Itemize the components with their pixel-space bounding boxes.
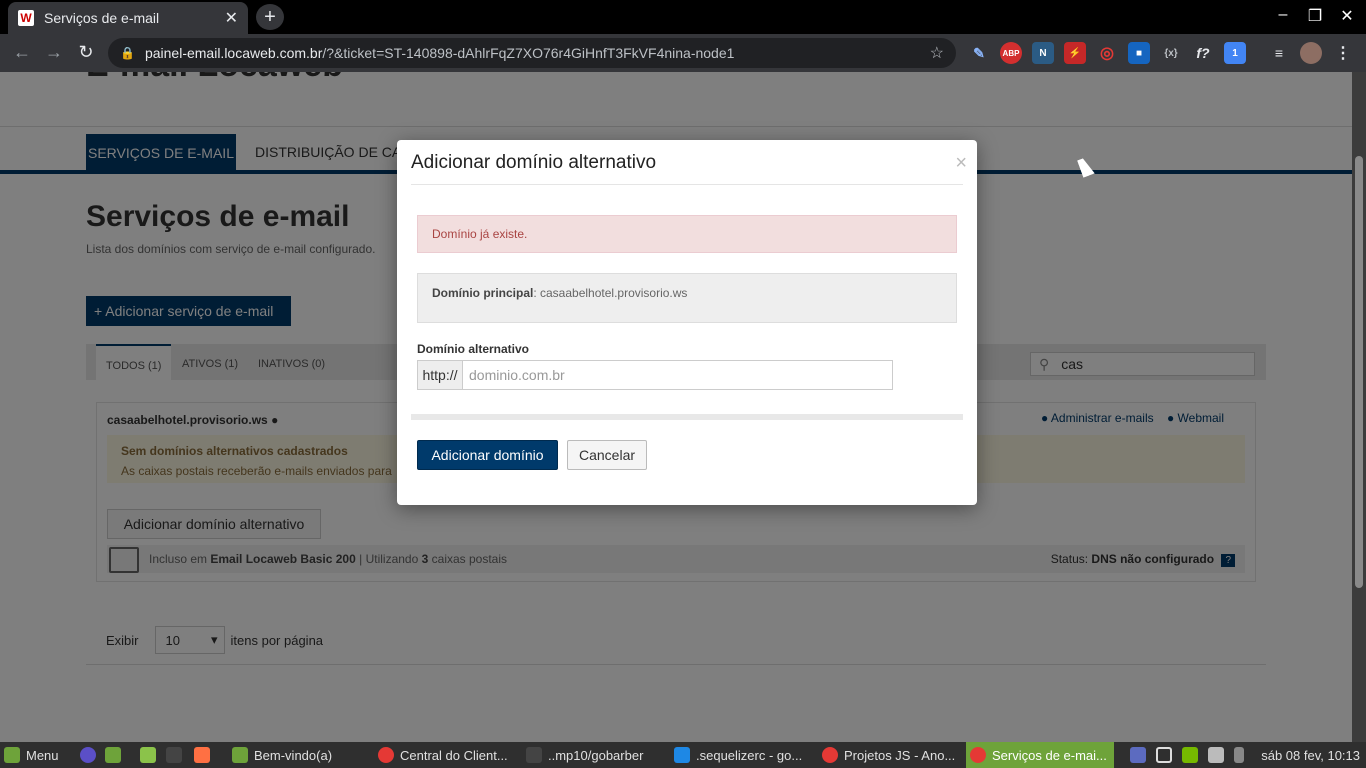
chrome-icon <box>970 747 986 763</box>
pen-icon[interactable]: ✎ <box>968 42 990 64</box>
minimize-icon[interactable]: – <box>1273 6 1293 24</box>
lock-icon: 🔒 <box>120 46 135 60</box>
os-taskbar: Menu Bem-vindo(a) Central do Client... .… <box>0 742 1366 768</box>
new-tab-button[interactable]: + <box>256 4 284 30</box>
n-extension-icon[interactable]: N <box>1032 42 1054 64</box>
vscode-icon <box>674 747 690 763</box>
back-icon[interactable]: ← <box>11 42 33 63</box>
alt-domain-label: Domínio alternativo <box>417 342 530 356</box>
close-window-icon[interactable]: ✕ <box>1337 6 1357 26</box>
close-tab-icon[interactable]: ✕ <box>225 8 238 28</box>
alt-domain-input-group: http:// <box>417 360 893 390</box>
browser-tab-bar: W Serviços de e-mail ✕ + – ❐ ✕ <box>0 0 1366 34</box>
add-alt-domain-modal: Adicionar domínio alternativo × Domínio … <box>397 140 977 505</box>
playlist-icon[interactable]: ≡ <box>1268 42 1290 64</box>
chrome-icon <box>822 747 838 763</box>
json-icon[interactable]: {x} <box>1160 42 1182 64</box>
shield-icon[interactable] <box>1130 747 1146 763</box>
taskbar-item-terminal[interactable]: ..mp10/gobarber <box>526 742 666 768</box>
menu-kebab-icon[interactable]: ⋮ <box>1332 42 1354 64</box>
welcome-icon <box>232 747 248 763</box>
scrollbar-thumb[interactable] <box>1355 156 1363 588</box>
progress-bar <box>411 414 963 420</box>
bookmark-star-icon[interactable]: ☆ <box>930 43 944 63</box>
main-domain-info: Domínio principal: casaabelhotel.proviso… <box>417 273 957 323</box>
error-alert: Domínio já existe. <box>417 215 957 253</box>
add-domain-button[interactable]: Adicionar domínio <box>417 440 558 470</box>
url-text: painel-email.locaweb.com.br/?&ticket=ST-… <box>144 45 735 61</box>
launcher-app-icon[interactable] <box>194 747 210 763</box>
launcher-files-icon[interactable] <box>105 747 121 763</box>
formula-icon[interactable]: f? <box>1192 42 1214 64</box>
forward-icon[interactable]: → <box>43 42 65 63</box>
adblock-icon[interactable]: ABP <box>1000 42 1022 64</box>
launcher-folder-icon[interactable] <box>140 747 156 763</box>
page-scrollbar[interactable] <box>1352 72 1366 742</box>
calendar-icon[interactable]: 1 <box>1224 42 1246 64</box>
mint-logo-icon <box>4 747 20 763</box>
tab-title: Serviços de e-mail <box>44 10 160 26</box>
taskbar-item-vscode[interactable]: .sequelizerc - go... <box>674 742 814 768</box>
chrome-icon <box>378 747 394 763</box>
taskbar-item-welcome[interactable]: Bem-vindo(a) <box>232 742 362 768</box>
launcher-moon-icon[interactable] <box>80 747 96 763</box>
modal-title: Adicionar domínio alternativo <box>411 152 657 173</box>
battery-icon[interactable] <box>1234 747 1244 763</box>
screen-icon[interactable] <box>1156 747 1172 763</box>
http-prefix: http:// <box>417 360 463 390</box>
modal-close-icon[interactable]: × <box>955 152 967 175</box>
restore-icon[interactable]: ❐ <box>1305 6 1325 26</box>
flash-icon[interactable]: ⚡ <box>1064 42 1086 64</box>
taskbar-item-email-services[interactable]: Serviços de e-mai... <box>966 742 1114 768</box>
terminal-icon <box>526 747 542 763</box>
browser-tab[interactable]: W Serviços de e-mail ✕ <box>8 2 248 34</box>
profile-avatar[interactable] <box>1300 42 1322 64</box>
browser-toolbar: ← → ↻ 🔒 painel-email.locaweb.com.br/?&ti… <box>0 34 1366 72</box>
taskbar-item-projects[interactable]: Projetos JS - Ano... <box>822 742 962 768</box>
target-icon[interactable]: ◎ <box>1096 42 1118 64</box>
alt-domain-input[interactable] <box>463 360 893 390</box>
locaweb-favicon-icon: W <box>18 10 34 26</box>
reload-icon[interactable]: ↻ <box>75 42 97 63</box>
modal-divider <box>411 184 963 185</box>
clock[interactable]: sáb 08 fev, 10:13 <box>1261 742 1360 768</box>
taskbar-item-central[interactable]: Central do Client... <box>378 742 518 768</box>
start-menu-button[interactable]: Menu <box>4 742 59 768</box>
page-content: E-mail Locaweb SERVIÇOS DE E-MAIL DISTRI… <box>0 72 1352 742</box>
launcher-terminal-icon[interactable] <box>166 747 182 763</box>
address-bar[interactable]: 🔒 painel-email.locaweb.com.br/?&ticket=S… <box>108 38 956 68</box>
square-icon[interactable]: ■ <box>1128 42 1150 64</box>
cancel-button[interactable]: Cancelar <box>567 440 647 470</box>
nvidia-icon[interactable] <box>1182 747 1198 763</box>
volume-icon[interactable] <box>1208 747 1224 763</box>
